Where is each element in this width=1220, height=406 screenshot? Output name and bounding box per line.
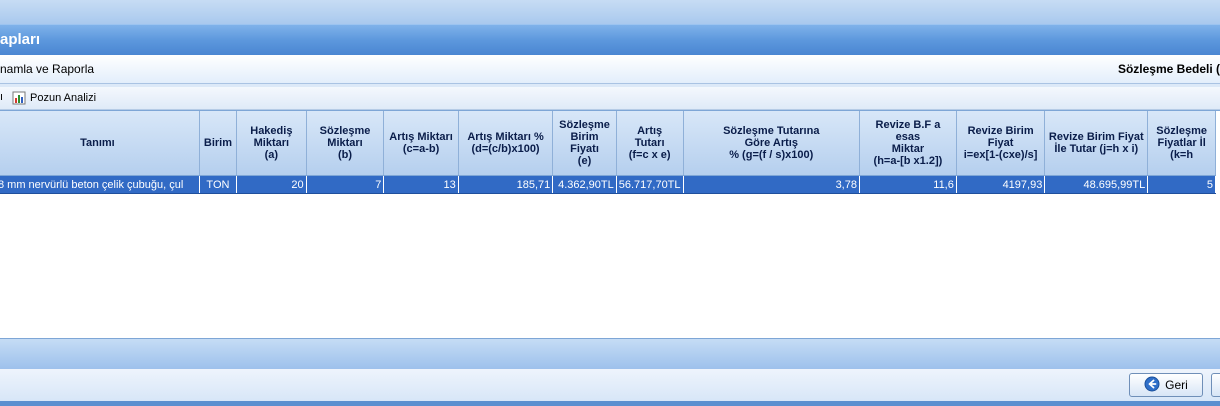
items-table: Tanımı Birim Hakediş Miktarı (a) Sözleşm… — [0, 111, 1216, 194]
analysis-button[interactable]: Pozun Analizi — [12, 89, 96, 106]
chart-report-icon — [12, 91, 26, 105]
toolbar: ı Pozun Analizi — [0, 87, 1220, 110]
column-header[interactable]: Artış Tutarı (f=c x e) — [616, 111, 684, 176]
tab-reporting[interactable]: namla ve Raporla — [0, 62, 94, 76]
back-label: Geri — [1165, 378, 1188, 392]
table-cell[interactable]: TON — [199, 175, 238, 194]
column-header[interactable]: Revize Birim Fiyat İle Tutar (j=h x i) — [1044, 111, 1149, 176]
back-arrow-icon — [1144, 376, 1160, 395]
window-title-bar: apları — [0, 24, 1220, 56]
table-cell[interactable]: 8 mm nervürlü beton çelik çubuğu, çul — [0, 175, 200, 194]
column-header[interactable]: Sözleşme Birim Fiyatı (e) — [552, 111, 617, 176]
column-header[interactable]: Revize Birim Fiyat i=ex[1-(cxe)/s] — [956, 111, 1046, 176]
table-cell[interactable]: 48.695,99TL — [1044, 175, 1149, 194]
info-tab-bar: namla ve Raporla Sözleşme Bedeli ( — [0, 55, 1220, 84]
table-cell[interactable]: 4.362,90TL — [552, 175, 617, 194]
table-cell[interactable]: 20 — [236, 175, 307, 194]
contract-amount-label: Sözleşme Bedeli ( — [1117, 62, 1220, 76]
table-cell[interactable]: 13 — [383, 175, 459, 194]
table-cell[interactable]: 185,71 — [458, 175, 554, 194]
data-grid: Tanımı Birim Hakediş Miktarı (a) Sözleşm… — [0, 110, 1220, 339]
column-header[interactable]: Revize B.F a esas Miktar (h=a-[b x1.2]) — [859, 111, 957, 176]
column-header[interactable]: Tanımı — [0, 111, 200, 176]
table-cell[interactable]: 5 — [1147, 175, 1216, 194]
table-cell[interactable]: 56.717,70TL — [616, 175, 684, 194]
table-header-row: Tanımı Birim Hakediş Miktarı (a) Sözleşm… — [0, 111, 1216, 176]
footer-accent-line — [0, 401, 1220, 406]
table-cell[interactable]: 7 — [306, 175, 385, 194]
back-button[interactable]: Geri — [1129, 373, 1203, 397]
table-cell[interactable]: 4197,93 — [956, 175, 1046, 194]
window-title: apları — [0, 31, 41, 48]
table-cell[interactable]: 3,78 — [683, 175, 860, 194]
table-cell[interactable]: 11,6 — [859, 175, 957, 194]
grid-footer-band — [0, 338, 1220, 370]
column-header[interactable]: Birim — [199, 111, 238, 176]
column-header[interactable]: Sözleşme Miktarı (b) — [306, 111, 385, 176]
toolbar-cut-item[interactable]: ı — [0, 91, 3, 103]
analysis-label: Pozun Analizi — [30, 91, 97, 104]
column-header[interactable]: Artış Miktarı % (d=(c/b)x100) — [458, 111, 554, 176]
footer-bar: Geri — [0, 369, 1220, 406]
next-button-partial[interactable] — [1211, 373, 1220, 397]
column-header[interactable]: Hakediş Miktarı (a) — [236, 111, 307, 176]
column-header[interactable]: Artış Miktarı (c=a-b) — [383, 111, 459, 176]
window-top-bar — [0, 0, 1220, 25]
table-row[interactable]: 8 mm nervürlü beton çelik çubuğu, çul TO… — [0, 175, 1216, 194]
column-header[interactable]: Sözleşme Tutarına Göre Artış % (g=(f / s… — [683, 111, 860, 176]
column-header[interactable]: Sözleşme Fiyatlar İl (k=h — [1147, 111, 1216, 176]
